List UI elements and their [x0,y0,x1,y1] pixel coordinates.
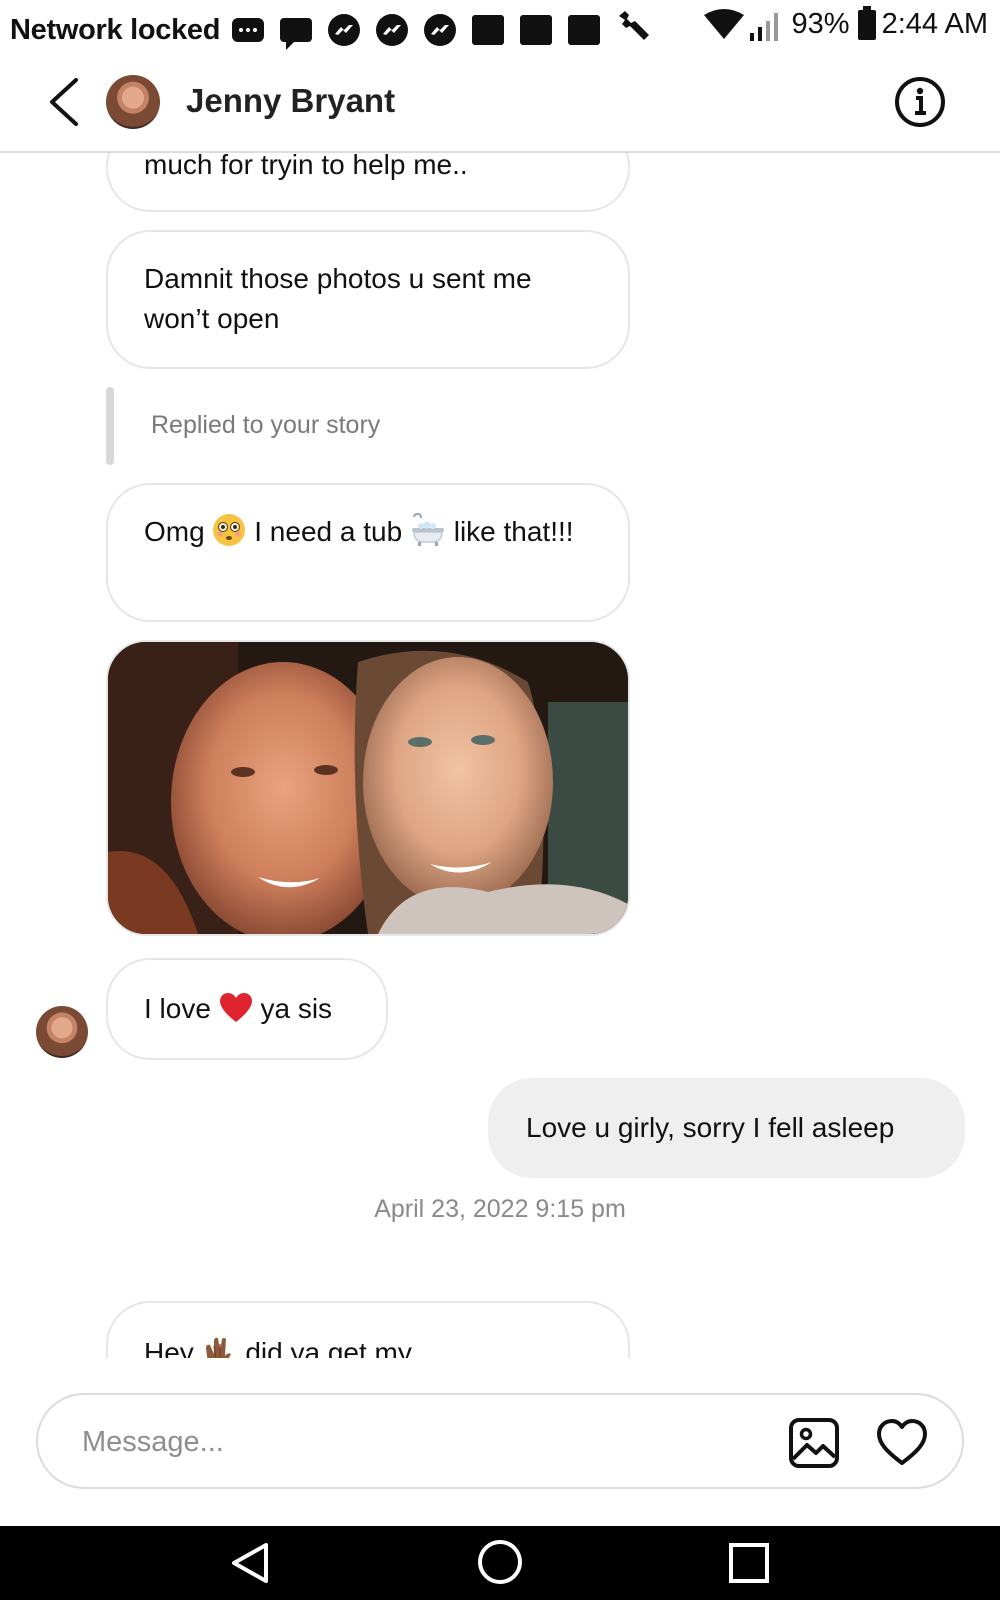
date-separator: April 23, 2022 9:15 pm [374,1195,626,1223]
battery-percent: 93% [791,8,850,40]
clapping-hands-emoji [205,1337,231,1358]
message-text: much for tryin to help me.. [144,153,468,180]
like-button[interactable] [874,1415,930,1471]
circle-home-icon [478,1540,522,1584]
signal-icon [749,12,778,41]
contact-avatar[interactable] [106,75,160,129]
messenger-notification-icon [328,14,361,46]
gallery-button[interactable] [786,1415,842,1471]
app-notification-icon [520,15,553,45]
wifi-icon [703,8,744,39]
system-navigation-bar [0,1526,1000,1600]
message-notification-icon [280,18,313,50]
shared-photo[interactable] [106,640,630,936]
red-heart-emoji [219,993,252,1022]
message-text: Damnit those photos u sent me won’t open [144,263,532,334]
message-text: did ya get my [237,1337,412,1358]
battery-icon [857,5,876,40]
conversation-header: Jenny Bryant [0,52,1000,153]
carrier-label: Network locked [10,13,221,46]
bathtub-emoji [411,513,444,546]
message-text: Hey [144,1337,202,1358]
heart-icon [877,1419,927,1465]
received-message[interactable]: Omg I need a tub like that!!! [106,483,630,622]
message-text: ya sis [252,993,333,1024]
nav-back-button[interactable] [226,1540,276,1586]
gallery-icon [789,1418,839,1468]
info-icon [895,77,945,127]
info-button[interactable] [894,76,946,128]
app-notification-icon [472,15,505,45]
triangle-back-icon [232,1543,268,1583]
contact-name[interactable]: Jenny Bryant [186,82,395,120]
photo-image [108,642,628,934]
back-button[interactable] [40,74,90,130]
received-message[interactable]: much for tryin to help me.. [106,153,630,212]
status-bar: Network locked 93% 2:44 AM [0,0,1000,52]
clock: 2:44 AM [881,8,988,40]
received-message[interactable]: Hey did ya get my [106,1301,630,1358]
nav-home-button[interactable] [476,1538,524,1586]
story-reply-label: Replied to your story [151,411,381,439]
sent-message[interactable]: Love u girly, sorry I fell asleep [488,1078,965,1178]
story-reply-bar [106,387,114,465]
messenger-notification-icon [424,14,457,46]
nav-recents-button[interactable] [728,1542,770,1584]
received-message[interactable]: Damnit those photos u sent me won’t open [106,230,630,369]
square-recents-icon [729,1543,769,1583]
messenger-notification-icon [376,14,409,46]
message-text: I need a tub [246,516,410,547]
message-text: Omg [144,516,213,547]
sender-avatar[interactable] [36,1006,88,1058]
message-thread[interactable]: much for tryin to help me.. Damnit those… [0,153,1000,1358]
message-composer [36,1393,964,1489]
flushed-face-emoji [213,514,246,546]
message-text: I love [144,993,219,1024]
back-arrow-icon [50,78,78,126]
sms-notification-icon [232,18,265,42]
received-message[interactable]: I love ya sis [106,958,388,1060]
message-text: like that!!! [445,516,574,547]
message-input[interactable] [80,1419,724,1465]
message-text: Love u girly, sorry I fell asleep [526,1112,895,1143]
app-notification-icon [568,15,601,45]
wrench-icon [616,10,652,50]
